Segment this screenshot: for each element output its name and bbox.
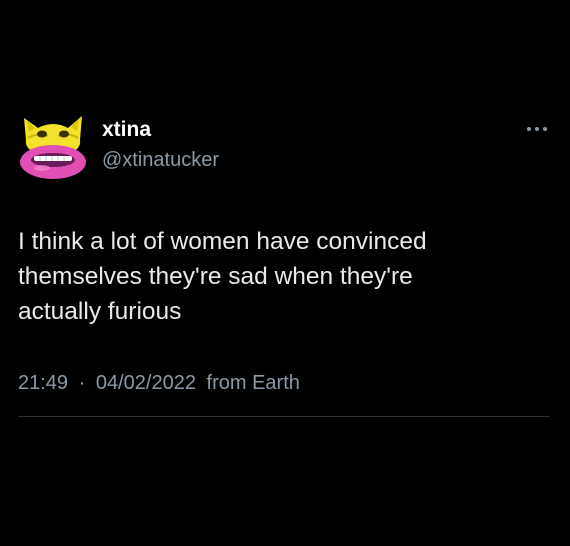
- tweet-source: from Earth: [206, 372, 300, 394]
- tweet-meta: 21:49 · 04/02/2022 from Earth: [18, 370, 300, 396]
- tweet-text-line: themselves they're sad when they're: [18, 263, 413, 290]
- avatar-icon: [20, 116, 86, 179]
- tweet-text-line: actually furious: [18, 298, 182, 325]
- avatar[interactable]: [18, 110, 88, 182]
- tweet-text-line: I think a lot of women have convinced: [18, 228, 427, 255]
- tweet-text: I think a lot of women have convinced th…: [18, 224, 538, 329]
- more-dots-icon: [527, 127, 547, 131]
- meta-separator: ·: [78, 372, 86, 394]
- more-options-button[interactable]: [520, 118, 554, 140]
- author-display-name[interactable]: xtina: [102, 117, 151, 143]
- tweet-time[interactable]: 21:49: [18, 372, 68, 394]
- tweet-date[interactable]: 04/02/2022: [96, 372, 196, 394]
- divider: [18, 416, 550, 417]
- author-handle[interactable]: @xtinatucker: [102, 147, 219, 173]
- tweet-card: xtina @xtinatucker I think a lot of wome…: [0, 0, 570, 546]
